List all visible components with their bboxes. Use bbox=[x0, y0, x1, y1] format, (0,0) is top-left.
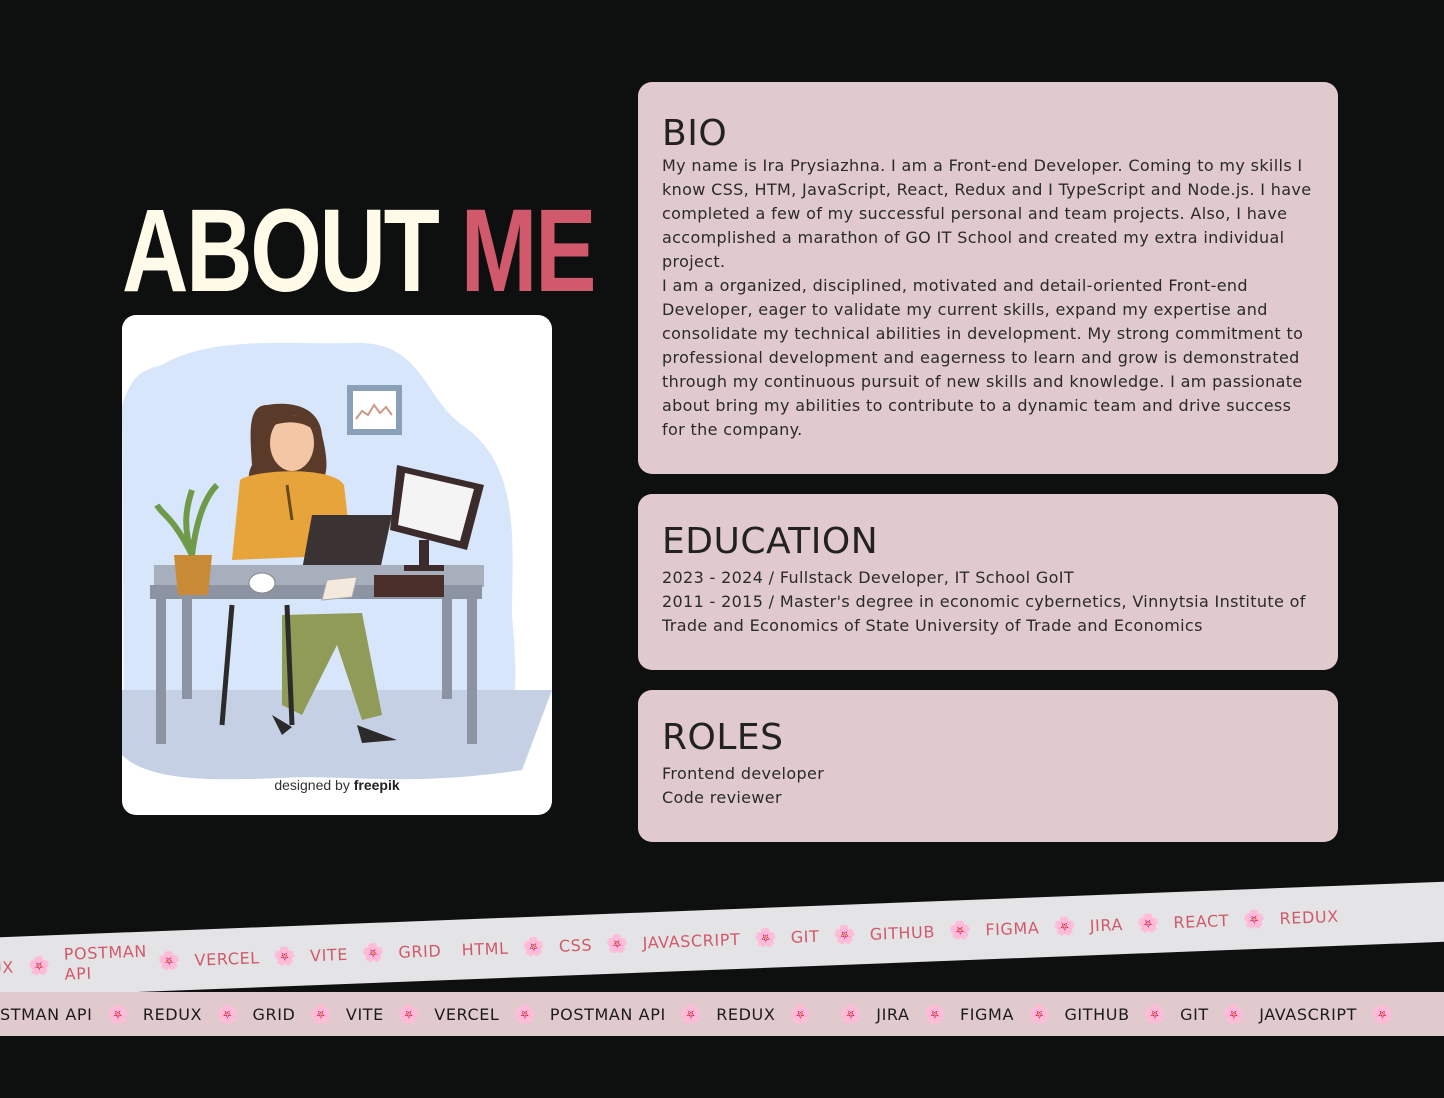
flower-icon: 🌸 bbox=[753, 926, 778, 949]
flower-icon: 🌸 bbox=[157, 949, 181, 972]
flower-icon: 🌸 bbox=[1242, 908, 1266, 930]
bio-paragraph-1: My name is Ira Prysiazhna. I am a Front-… bbox=[662, 156, 1312, 271]
flower-icon: 🌸 bbox=[1222, 1003, 1246, 1025]
marquee-item: FIGMA bbox=[959, 1004, 1015, 1024]
skills-marquee-top: UX 🌸 POSTMAN API 🌸 VERCEL 🌸 VITE 🌸 GRID HTML… bbox=[0, 880, 1444, 998]
marquee-item: VERCEL bbox=[194, 947, 261, 970]
flower-icon: 🌸 bbox=[923, 1003, 946, 1025]
title-word-about: ABOUT bbox=[122, 185, 440, 317]
credit-prefix: designed by bbox=[274, 777, 350, 793]
developer-illustration bbox=[122, 342, 552, 780]
marquee-item: VERCEL bbox=[434, 1004, 500, 1024]
marquee-item: REACT bbox=[1173, 910, 1230, 932]
flower-icon: 🌸 bbox=[839, 1003, 863, 1025]
flower-icon: 🌸 bbox=[1136, 912, 1160, 935]
flower-icon: 🌸 bbox=[1143, 1003, 1167, 1025]
flower-icon: 🌸 bbox=[679, 1003, 703, 1025]
flower-icon: 🌸 bbox=[273, 945, 297, 968]
roles-title: ROLES bbox=[662, 717, 784, 758]
flower-icon: 🌸 bbox=[522, 935, 546, 958]
marquee-item: HTML bbox=[461, 938, 509, 959]
flower-icon: 🌸 bbox=[397, 1003, 421, 1025]
marquee-item: STMAN API bbox=[0, 1004, 93, 1024]
flower-icon: 🌸 bbox=[832, 923, 857, 946]
marquee-item: JIRA bbox=[876, 1004, 910, 1024]
education-card: EDUCATION 2023 - 2024 / Fullstack Develo… bbox=[638, 494, 1338, 670]
marquee-item: GIT bbox=[790, 926, 820, 947]
flower-icon: 🌸 bbox=[1052, 915, 1077, 938]
marquee-item: VITE bbox=[345, 1004, 384, 1024]
marquee-item: JAVASCRIPT bbox=[1259, 1004, 1358, 1024]
flower-icon: 🌸 bbox=[309, 1003, 332, 1025]
marquee-item: GRID bbox=[252, 1004, 296, 1024]
marquee-item: REDUX bbox=[1279, 906, 1340, 928]
flower-icon: 🌸 bbox=[789, 1003, 812, 1025]
flower-icon: 🌸 bbox=[948, 919, 972, 942]
credit-brand: freepik bbox=[353, 777, 400, 793]
image-credit: designed by freepik bbox=[122, 777, 552, 793]
marquee-item: GIT bbox=[1180, 1004, 1209, 1024]
flower-icon: 🌸 bbox=[513, 1003, 536, 1025]
marquee-item: REDUX bbox=[142, 1004, 203, 1024]
role-item: Code reviewer bbox=[662, 788, 782, 807]
marquee-item: REDUX bbox=[716, 1004, 776, 1024]
marquee-item: GITHUB bbox=[1064, 1004, 1130, 1024]
marquee-item: JIRA bbox=[1089, 914, 1124, 935]
bio-title: BIO bbox=[662, 113, 728, 154]
flower-icon: 🌸 bbox=[1028, 1003, 1051, 1025]
marquee-item: FIGMA bbox=[984, 917, 1040, 939]
bio-paragraph-2: I am a organized, disciplined, motivated… bbox=[662, 276, 1304, 439]
flower-icon: 🌸 bbox=[1371, 1003, 1394, 1025]
illustration-card: designed by freepik bbox=[122, 315, 552, 815]
education-item: 2023 - 2024 / Fullstack Developer, IT Sc… bbox=[662, 568, 1074, 587]
flower-icon: 🌸 bbox=[216, 1003, 239, 1025]
role-item: Frontend developer bbox=[662, 764, 825, 783]
education-title: EDUCATION bbox=[662, 521, 879, 562]
roles-card: ROLES Frontend developer Code reviewer bbox=[638, 690, 1338, 842]
marquee-item: CSS bbox=[558, 934, 593, 956]
marquee-item: JAVASCRIPT bbox=[642, 929, 741, 953]
marquee-item: POSTMAN API bbox=[63, 941, 148, 984]
marquee-item: GRID bbox=[398, 940, 442, 962]
marquee-item: VITE bbox=[309, 944, 349, 965]
flower-icon: 🌸 bbox=[106, 1003, 129, 1025]
marquee-item: UX bbox=[0, 957, 15, 978]
flower-icon: 🌸 bbox=[361, 941, 385, 964]
flower-icon: 🌸 bbox=[27, 954, 51, 977]
page-title: ABOUT ME bbox=[122, 192, 596, 310]
marquee-item: GITHUB bbox=[869, 921, 936, 944]
skills-marquee-bottom: STMAN API 🌸 REDUX 🌸 GRID 🌸 VITE 🌸 VERCEL 🌸 PO… bbox=[0, 992, 1444, 1036]
flower-icon: 🌸 bbox=[605, 932, 630, 955]
marquee-item: POSTMAN API bbox=[549, 1004, 666, 1024]
education-item: 2011 - 2015 / Master's degree in economi… bbox=[662, 592, 1306, 635]
title-word-me: ME bbox=[460, 185, 597, 317]
bio-card: BIO My name is Ira Prysiazhna. I am a Fr… bbox=[638, 82, 1338, 474]
